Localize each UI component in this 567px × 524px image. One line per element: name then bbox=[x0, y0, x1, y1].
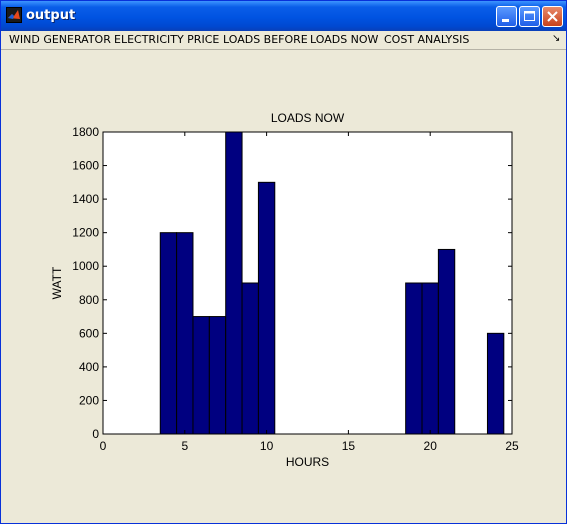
x-tick-label: 15 bbox=[342, 439, 356, 453]
bar bbox=[405, 282, 423, 435]
matlab-logo-icon bbox=[6, 7, 22, 23]
bar bbox=[176, 232, 194, 435]
y-tick-label: 1800 bbox=[72, 125, 99, 139]
y-tick-label: 1000 bbox=[72, 259, 99, 273]
menu-cost-analysis[interactable]: COST ANALYSIS bbox=[384, 33, 469, 46]
minimize-icon bbox=[502, 19, 509, 22]
close-button[interactable] bbox=[542, 6, 563, 27]
x-tick-label: 0 bbox=[100, 439, 107, 453]
menu-loads-now[interactable]: LOADS NOW bbox=[310, 33, 378, 46]
bar bbox=[486, 332, 505, 435]
bar bbox=[257, 181, 276, 435]
minimize-button[interactable] bbox=[496, 6, 517, 27]
bar bbox=[192, 316, 210, 435]
menu-loads-before[interactable]: LOADS BEFORE bbox=[223, 33, 308, 46]
window-title: output bbox=[26, 8, 76, 23]
x-tick-label: 5 bbox=[181, 439, 188, 453]
y-axis-label: WATT bbox=[50, 266, 64, 299]
y-tick-label: 800 bbox=[79, 293, 99, 307]
y-tick-label: 400 bbox=[79, 360, 99, 374]
bar bbox=[159, 232, 178, 435]
x-tick-label: 25 bbox=[505, 439, 519, 453]
bar bbox=[241, 282, 259, 435]
x-tick-label: 10 bbox=[260, 439, 274, 453]
title-bar[interactable]: output bbox=[1, 1, 566, 31]
close-icon bbox=[547, 11, 558, 22]
x-tick-label: 20 bbox=[424, 439, 438, 453]
y-tick-label: 600 bbox=[79, 326, 99, 340]
app-window: output WIND GENERATOR ELECTRICITY PRICE … bbox=[0, 0, 567, 524]
y-tick-label: 200 bbox=[79, 393, 99, 407]
loads-now-chart: 0 5 10 15 20 25 0 200 400 600 800 1000 1200 1400 1600 1… bbox=[50, 111, 519, 469]
x-axis-label: HOURS bbox=[286, 455, 329, 469]
bar bbox=[225, 131, 243, 435]
y-tick-label: 1600 bbox=[72, 159, 99, 173]
menu-bar: WIND GENERATOR ELECTRICITY PRICE LOADS B… bbox=[1, 31, 566, 50]
chart-title: LOADS NOW bbox=[271, 111, 345, 125]
y-tick-label: 0 bbox=[92, 427, 99, 441]
maximize-button[interactable] bbox=[519, 6, 540, 27]
menu-wind-generator[interactable]: WIND GENERATOR bbox=[9, 33, 111, 46]
y-tick-label: 1400 bbox=[72, 192, 99, 206]
maximize-icon bbox=[524, 11, 535, 21]
bar bbox=[421, 282, 439, 435]
bar bbox=[208, 316, 227, 435]
arrow-icon[interactable]: ↘ bbox=[552, 33, 560, 44]
bar bbox=[437, 248, 456, 435]
menu-electricity-price[interactable]: ELECTRICITY PRICE bbox=[114, 33, 219, 46]
y-tick-label: 1200 bbox=[72, 226, 99, 240]
